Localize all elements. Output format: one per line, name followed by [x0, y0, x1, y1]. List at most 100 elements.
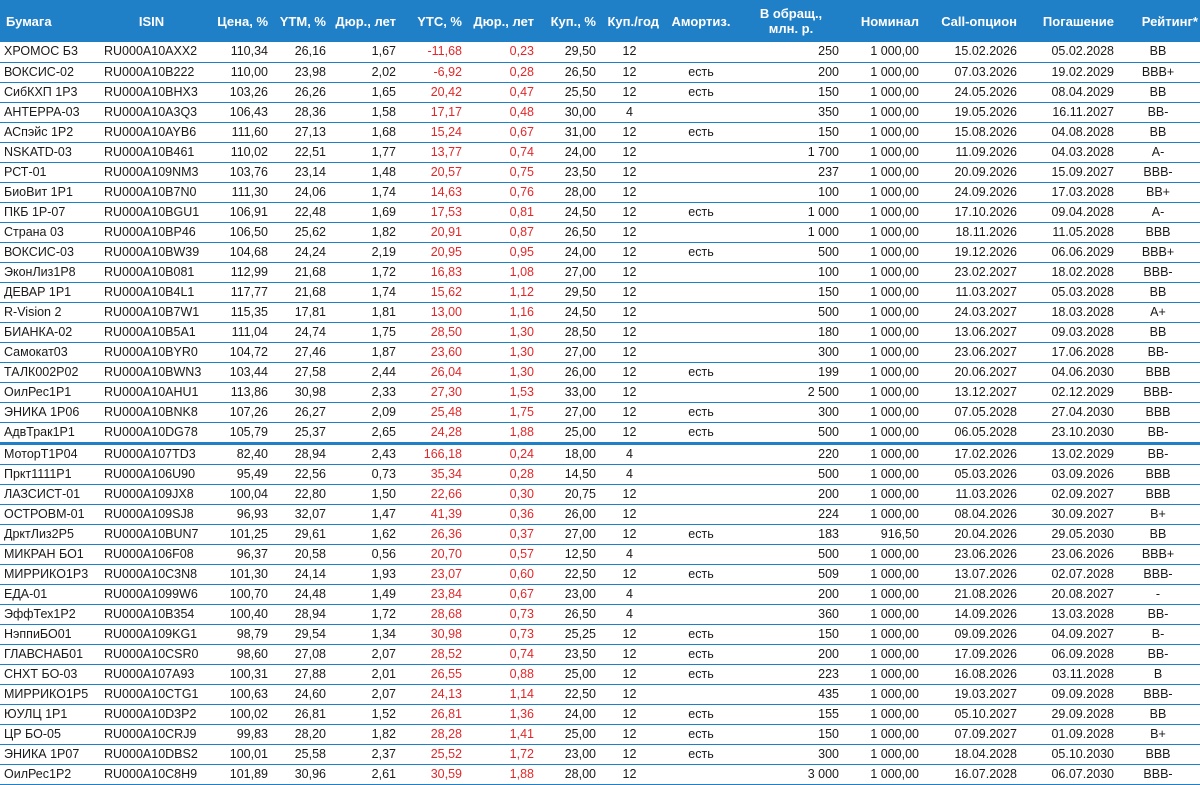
cell-call-option: 20.04.2026: [921, 524, 1019, 545]
cell-coupon-freq: 12: [598, 202, 661, 223]
table-row[interactable]: R-Vision 2 RU000A10B7W1 115,35 17,81 1,81 13,…: [0, 302, 1200, 323]
cell-nominal: 1 000,00: [841, 764, 921, 785]
table-row[interactable]: ВОКСИС-03 RU000A10BW39 104,68 24,24 2,19 20,9…: [0, 242, 1200, 263]
table-row[interactable]: ПКБ 1Р-07 RU000A10BGU1 106,91 22,48 1,69 17,5…: [0, 202, 1200, 223]
cell-duration: 1,93: [328, 564, 398, 585]
col-header-call-option[interactable]: Call-опцион: [921, 0, 1019, 42]
table-row[interactable]: АСпэйс 1Р2 RU000A10AYB6 111,60 27,13 1,68 15,…: [0, 122, 1200, 143]
cell-price: 98,60: [203, 644, 270, 665]
table-row[interactable]: ЕДА-01 RU000A1099W6 100,70 24,48 1,49 23,84 0,…: [0, 584, 1200, 605]
cell-volume: 100: [741, 262, 841, 283]
col-header-nominal[interactable]: Номинал: [841, 0, 921, 42]
table-row[interactable]: ДрктЛиз2Р5 RU000A10BUN7 101,25 29,61 1,62 26,…: [0, 524, 1200, 545]
col-header-name[interactable]: Бумага: [0, 0, 100, 42]
cell-duration: 1,52: [328, 704, 398, 725]
table-row[interactable]: ГЛАВСНАБ01 RU000A10CSR0 98,60 27,08 2,07 28,5…: [0, 644, 1200, 665]
table-row[interactable]: ТАЛК002Р02 RU000A10BWN3 103,44 27,58 2,44 26,…: [0, 362, 1200, 383]
table-row[interactable]: ДЕВАР 1Р1 RU000A10B4L1 117,77 21,68 1,74 15,6…: [0, 282, 1200, 303]
cell-isin: RU000A10BYR0: [100, 342, 203, 363]
table-row[interactable]: МИРРИКО1Р5 RU000A10CTG1 100,63 24,60 2,07 24,…: [0, 684, 1200, 705]
cell-amortization: [661, 262, 741, 283]
col-header-duration-call[interactable]: Дюр., лет: [464, 0, 536, 42]
cell-maturity: 16.11.2027: [1019, 102, 1116, 123]
cell-rating: BBB-: [1116, 564, 1200, 585]
table-row[interactable]: ЭНИКА 1Р07 RU000A10DBS2 100,01 25,58 2,37 25,…: [0, 744, 1200, 765]
cell-isin: RU000A1099W6: [100, 584, 203, 605]
table-row[interactable]: ЭконЛиз1Р8 RU000A10B081 112,99 21,68 1,72 16,…: [0, 262, 1200, 283]
table-row[interactable]: АдвТрак1Р1 RU000A10DG78 105,79 25,37 2,65 24,…: [0, 422, 1200, 445]
table-row[interactable]: ХРОМОС Б3 RU000A10AXX2 110,34 26,16 1,67 -11,…: [0, 42, 1200, 63]
cell-call-option: 17.10.2026: [921, 202, 1019, 223]
cell-maturity: 04.03.2028: [1019, 142, 1116, 163]
cell-call-option: 09.09.2026: [921, 624, 1019, 645]
cell-coupon-freq: 12: [598, 704, 661, 725]
table-row[interactable]: СибКХП 1Р3 RU000A10BHX3 103,26 26,26 1,65 20,…: [0, 82, 1200, 103]
cell-ytc: 13,77: [398, 142, 464, 163]
cell-coupon-freq: 12: [598, 142, 661, 163]
col-header-coupon-freq[interactable]: Куп./год: [598, 0, 661, 42]
cell-duration-call: 0,87: [464, 222, 536, 243]
col-header-volume[interactable]: В обращ., млн. р.: [741, 0, 841, 42]
cell-duration-call: 0,75: [464, 162, 536, 183]
table-row[interactable]: МоторТ1Р04 RU000A107TD3 82,40 28,94 2,43 166,…: [0, 443, 1200, 465]
table-row[interactable]: БИАНКА-02 RU000A10B5A1 111,04 24,74 1,75 28,5…: [0, 322, 1200, 343]
cell-volume: 300: [741, 744, 841, 765]
col-header-duration[interactable]: Дюр., лет: [328, 0, 398, 42]
cell-ytc: 16,83: [398, 262, 464, 283]
cell-isin: RU000A10BWN3: [100, 362, 203, 383]
col-header-price[interactable]: Цена, %: [203, 0, 270, 42]
cell-ytc: 14,63: [398, 182, 464, 203]
table-row[interactable]: МИРРИКО1Р3 RU000A10C3N8 101,30 24,14 1,93 23,…: [0, 564, 1200, 585]
col-header-amortization[interactable]: Амортиз.: [661, 0, 741, 42]
col-header-ytc[interactable]: YTC, %: [398, 0, 464, 42]
col-header-ytm[interactable]: YTM, %: [270, 0, 328, 42]
table-row[interactable]: АНТЕРРА-03 RU000A10A3Q3 106,43 28,36 1,58 17,…: [0, 102, 1200, 123]
cell-isin: RU000A109SJ8: [100, 504, 203, 525]
cell-ytm: 24,74: [270, 322, 328, 343]
cell-rating: BBB: [1116, 402, 1200, 423]
table-row[interactable]: ЛАЗСИСТ-01 RU000A109JX8 100,04 22,80 1,50 22,…: [0, 484, 1200, 505]
col-header-maturity[interactable]: Погашение: [1019, 0, 1116, 42]
table-row[interactable]: ОилРес1Р2 RU000A10C8H9 101,89 30,96 2,61 30,5…: [0, 764, 1200, 785]
cell-maturity: 04.09.2027: [1019, 624, 1116, 645]
table-row[interactable]: ЭффТех1Р2 RU000A10B354 100,40 28,94 1,72 28,6…: [0, 604, 1200, 625]
table-row[interactable]: МИКРАН БО1 RU000A106F08 96,37 20,58 0,56 20,7…: [0, 544, 1200, 565]
cell-coupon-freq: 12: [598, 362, 661, 383]
table-row[interactable]: ОСТРОВМ-01 RU000A109SJ8 96,93 32,07 1,47 41,3…: [0, 504, 1200, 525]
col-header-coupon[interactable]: Куп., %: [536, 0, 598, 42]
cell-rating: B: [1116, 664, 1200, 685]
cell-nominal: 1 000,00: [841, 443, 921, 465]
cell-ytc: 20,91: [398, 222, 464, 243]
cell-name: ОилРес1Р1: [0, 382, 100, 403]
table-row[interactable]: Пркт1111Р1 RU000A106U90 95,49 22,56 0,73 35,3…: [0, 464, 1200, 485]
cell-ytm: 30,96: [270, 764, 328, 785]
cell-volume: 300: [741, 402, 841, 423]
table-row[interactable]: БиоВит 1Р1 RU000A10B7N0 111,30 24,06 1,74 14,…: [0, 182, 1200, 203]
table-row[interactable]: NSKATD-03 RU000A10B461 110,02 22,51 1,77 13,7…: [0, 142, 1200, 163]
cell-coupon: 30,00: [536, 102, 598, 123]
cell-rating: B-: [1116, 624, 1200, 645]
cell-ytm: 27,46: [270, 342, 328, 363]
cell-duration: 1,62: [328, 524, 398, 545]
table-row[interactable]: НэппиБО01 RU000A109KG1 98,79 29,54 1,34 30,98…: [0, 624, 1200, 645]
cell-ytm: 24,48: [270, 584, 328, 605]
cell-volume: 199: [741, 362, 841, 383]
cell-price: 106,43: [203, 102, 270, 123]
cell-coupon-freq: 12: [598, 504, 661, 525]
table-row[interactable]: Самокат03 RU000A10BYR0 104,72 27,46 1,87 23,6…: [0, 342, 1200, 363]
table-row[interactable]: РСТ-01 RU000A109NM3 103,76 23,14 1,48 20,57 0,…: [0, 162, 1200, 183]
table-row[interactable]: ВОКСИС-02 RU000A10B222 110,00 23,98 2,02 -6,9…: [0, 62, 1200, 83]
col-header-isin[interactable]: ISIN: [100, 0, 203, 42]
table-row[interactable]: ЭНИКА 1Р06 RU000A10BNK8 107,26 26,27 2,09 25,…: [0, 402, 1200, 423]
table-row[interactable]: Страна 03 RU000A10BP46 106,50 25,62 1,82 20,9…: [0, 222, 1200, 243]
table-row[interactable]: ЮУЛЦ 1Р1 RU000A10D3P2 100,02 26,81 1,52 26,81…: [0, 704, 1200, 725]
cell-duration: 2,07: [328, 684, 398, 705]
cell-volume: 1 000: [741, 202, 841, 223]
cell-amortization: [661, 504, 741, 525]
table-row[interactable]: ОилРес1Р1 RU000A10AHU1 113,86 30,98 2,33 27,3…: [0, 382, 1200, 403]
col-header-rating[interactable]: Рейтинг*: [1116, 0, 1200, 42]
cell-ytm: 28,94: [270, 443, 328, 465]
cell-coupon-freq: 12: [598, 322, 661, 343]
table-row[interactable]: ЦР БО-05 RU000A10CRJ9 99,83 28,20 1,82 28,28 1…: [0, 724, 1200, 745]
table-row[interactable]: СНХТ БО-03 RU000A107A93 100,31 27,88 2,01 26,…: [0, 664, 1200, 685]
